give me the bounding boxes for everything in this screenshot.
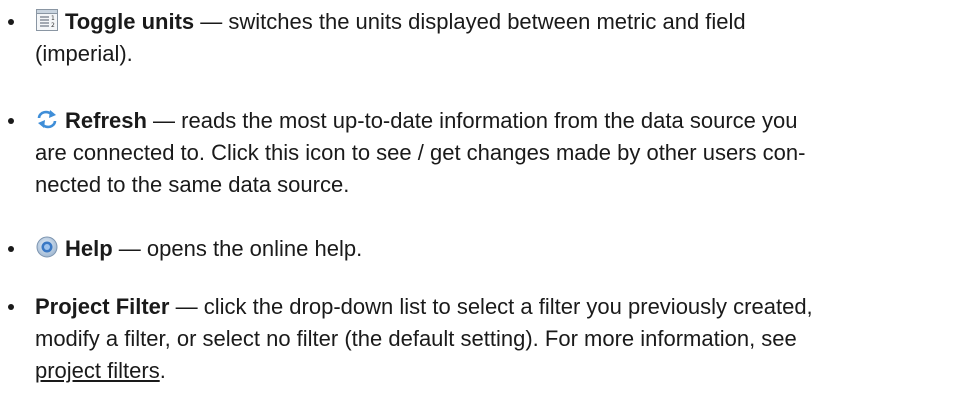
refresh-icon bbox=[35, 107, 59, 131]
project-filters-link[interactable]: project filters bbox=[35, 358, 160, 383]
svg-text:1: 1 bbox=[51, 15, 55, 22]
svg-text:2: 2 bbox=[51, 22, 55, 29]
toggle-units-icon: 1 2 bbox=[35, 8, 59, 32]
help-document: 1 2 Toggle units — switches the units di… bbox=[0, 0, 966, 417]
bullet-dot bbox=[8, 19, 14, 25]
bullet-dot bbox=[8, 304, 14, 310]
list-item-text: Help — opens the online help. bbox=[35, 233, 950, 265]
bullet-dot bbox=[8, 246, 14, 252]
dash: — bbox=[146, 108, 182, 133]
list-item-text: 1 2 Toggle units — switches the units di… bbox=[35, 6, 950, 70]
dash: — bbox=[169, 294, 204, 319]
description-line-1: click the drop-down list to select a fil… bbox=[203, 294, 813, 319]
help-icon bbox=[35, 235, 59, 259]
item-name: Project Filter bbox=[35, 294, 170, 319]
item-name: Help bbox=[65, 236, 113, 261]
bullet-dot bbox=[8, 118, 14, 124]
description-line-2: are connected to. Click this icon to see… bbox=[35, 140, 806, 165]
description-line-2: (imperial). bbox=[35, 41, 133, 66]
trailing-period: . bbox=[159, 358, 166, 383]
dash: — bbox=[194, 9, 229, 34]
description-line-3: nected to the same data source. bbox=[35, 172, 350, 197]
dash: — bbox=[112, 236, 147, 261]
item-name: Refresh bbox=[65, 108, 147, 133]
description-line-1: switches the units displayed between met… bbox=[228, 9, 746, 34]
item-name: Toggle units bbox=[65, 9, 195, 34]
description-line-1: opens the online help. bbox=[146, 236, 363, 261]
list-item-text: Project Filter — click the drop-down lis… bbox=[35, 291, 950, 387]
description-line-1: reads the most up-to-date information fr… bbox=[181, 108, 798, 133]
description-line-2: modify a filter, or select no filter (th… bbox=[35, 326, 797, 351]
list-item-text: Refresh — reads the most up-to-date info… bbox=[35, 105, 950, 201]
